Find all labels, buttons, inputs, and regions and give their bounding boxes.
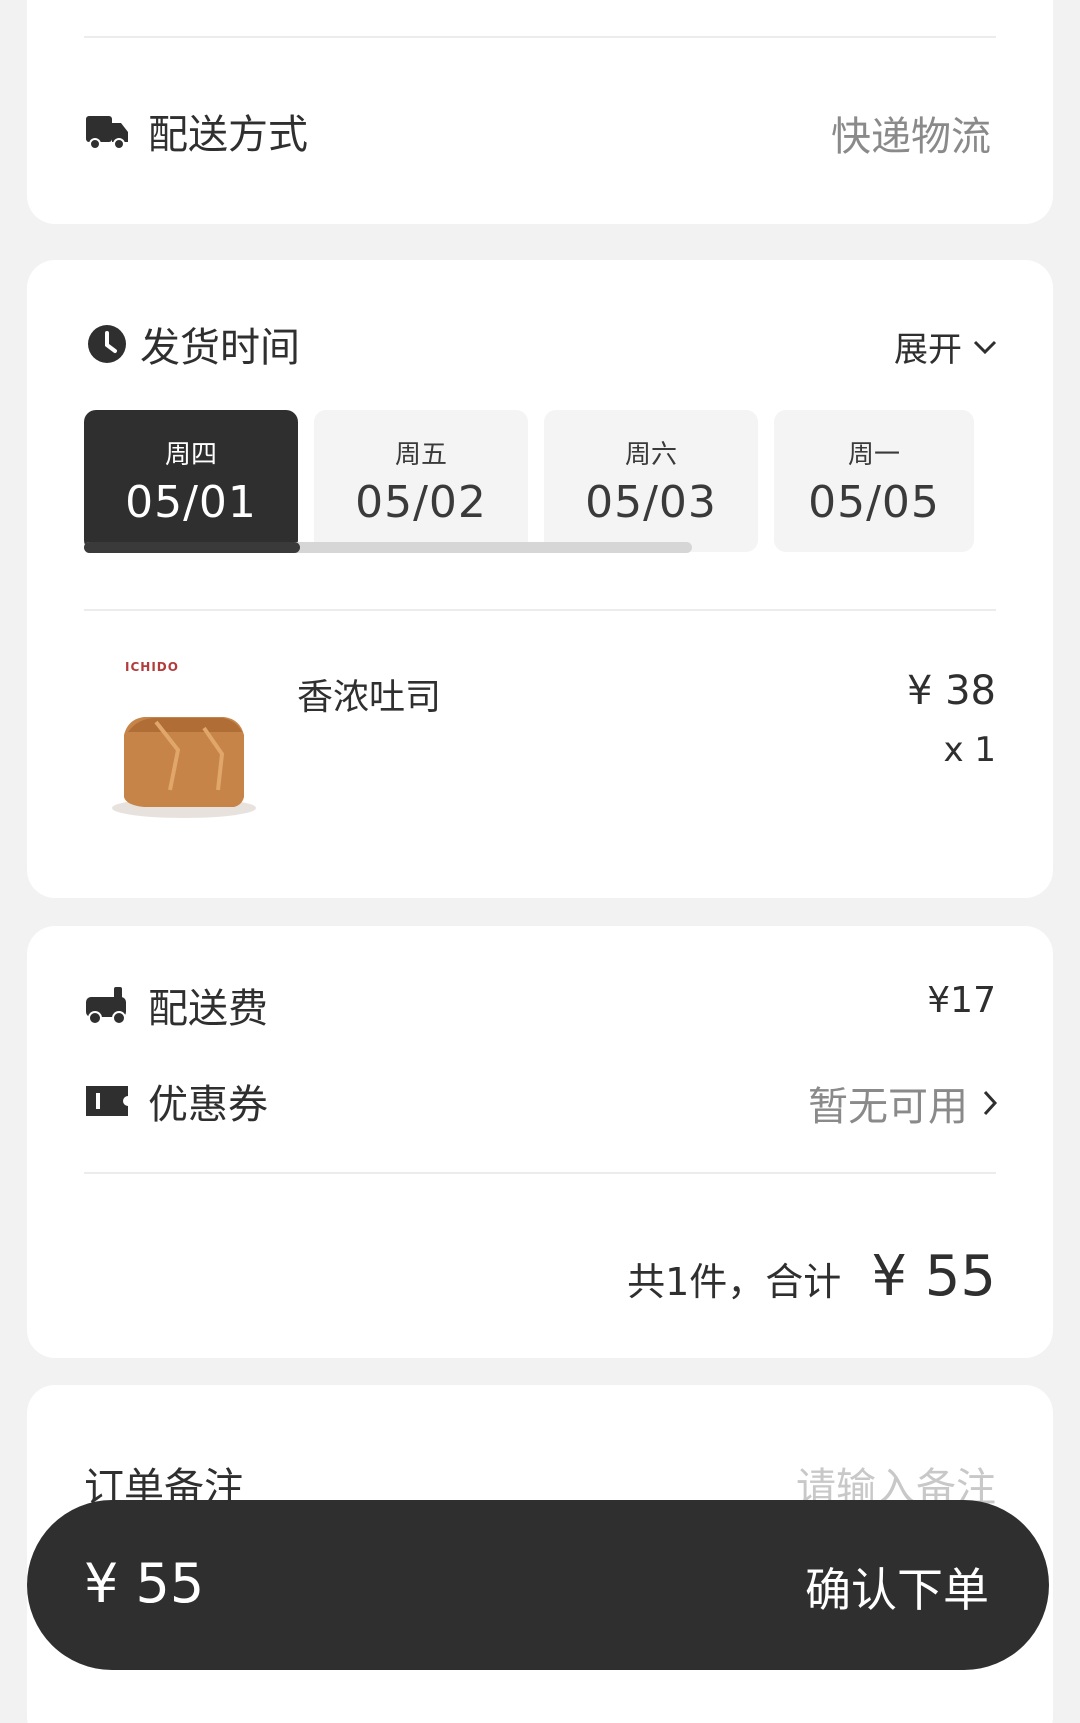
shipping-fee-label: 配送费 bbox=[148, 986, 268, 1032]
ticket-icon bbox=[84, 1078, 130, 1124]
delivery-card: 配送方式 快递物流 bbox=[27, 0, 1053, 224]
shipping-time-card: 发货时间 展开 周四 05/01 周五 05/02 周六 05/03 周一 05… bbox=[27, 260, 1053, 898]
product-image: ICHIDO bbox=[84, 655, 284, 825]
fees-card: 配送费 ¥17 优惠券 暂无可用 共1件，合计 ¥ 55 bbox=[27, 926, 1053, 1358]
divider bbox=[84, 609, 996, 611]
coupon-label: 优惠券 bbox=[148, 1082, 268, 1128]
chevron-right-icon bbox=[982, 1089, 998, 1117]
date-weekday: 周五 bbox=[394, 440, 447, 470]
delivery-method-row[interactable]: 配送方式 bbox=[84, 102, 308, 160]
chevron-down-icon bbox=[972, 338, 998, 356]
checkout-page: 配送方式 快递物流 发货时间 展开 周四 05/01 周五 05/02 周六 0… bbox=[0, 0, 1080, 1723]
shipping-time-header: 发货时间 bbox=[84, 315, 300, 373]
bread-image bbox=[112, 717, 256, 818]
date-weekday: 周六 bbox=[624, 440, 677, 470]
brand-label: ICHIDO bbox=[125, 660, 179, 674]
date-scrollbar[interactable] bbox=[84, 542, 692, 553]
date-value: 05/01 bbox=[125, 477, 257, 528]
date-weekday: 周一 bbox=[847, 440, 900, 470]
date-tab-0503[interactable]: 周六 05/03 bbox=[544, 410, 758, 552]
delivery-method-label: 配送方式 bbox=[148, 112, 308, 158]
delivery-scooter-icon bbox=[84, 982, 130, 1028]
expand-label: 展开 bbox=[894, 330, 962, 370]
product-name: 香浓吐司 bbox=[297, 677, 442, 718]
checkout-bar: ¥ 55 确认下单 bbox=[27, 1500, 1049, 1670]
product-price: ¥ 38 bbox=[906, 668, 996, 714]
truck-icon bbox=[84, 108, 130, 154]
shipping-time-label: 发货时间 bbox=[140, 325, 300, 371]
coupon-selector[interactable]: 暂无可用 bbox=[808, 1074, 998, 1132]
coupon-row[interactable]: 优惠券 bbox=[84, 1072, 268, 1130]
date-tab-0505[interactable]: 周一 05/05 bbox=[774, 410, 974, 552]
clock-icon bbox=[84, 321, 130, 367]
summary-label: 共1件，合计 bbox=[627, 1260, 842, 1304]
delivery-method-value[interactable]: 快递物流 bbox=[831, 104, 991, 162]
order-summary: 共1件，合计 ¥ 55 bbox=[627, 1244, 996, 1309]
date-scrollbar-thumb[interactable] bbox=[84, 542, 300, 553]
checkout-total: ¥ 55 bbox=[84, 1552, 205, 1615]
divider bbox=[84, 1172, 996, 1174]
date-weekday: 周四 bbox=[164, 440, 217, 470]
date-tab-0501[interactable]: 周四 05/01 bbox=[84, 410, 298, 552]
shipping-fee-row: 配送费 bbox=[84, 976, 268, 1034]
date-selector[interactable]: 周四 05/01 周五 05/02 周六 05/03 周一 05/05 bbox=[84, 410, 1004, 555]
date-tab-0502[interactable]: 周五 05/02 bbox=[314, 410, 528, 552]
product-quantity: x 1 bbox=[943, 730, 996, 770]
date-value: 05/03 bbox=[585, 477, 717, 528]
summary-total: ¥ 55 bbox=[871, 1244, 996, 1309]
expand-toggle[interactable]: 展开 bbox=[894, 322, 998, 371]
divider bbox=[84, 36, 996, 38]
date-value: 05/02 bbox=[355, 477, 487, 528]
shipping-fee-value: ¥17 bbox=[927, 980, 996, 1021]
date-value: 05/05 bbox=[808, 477, 940, 528]
coupon-value: 暂无可用 bbox=[808, 1084, 968, 1130]
confirm-order-button[interactable]: 确认下单 bbox=[805, 1554, 989, 1620]
